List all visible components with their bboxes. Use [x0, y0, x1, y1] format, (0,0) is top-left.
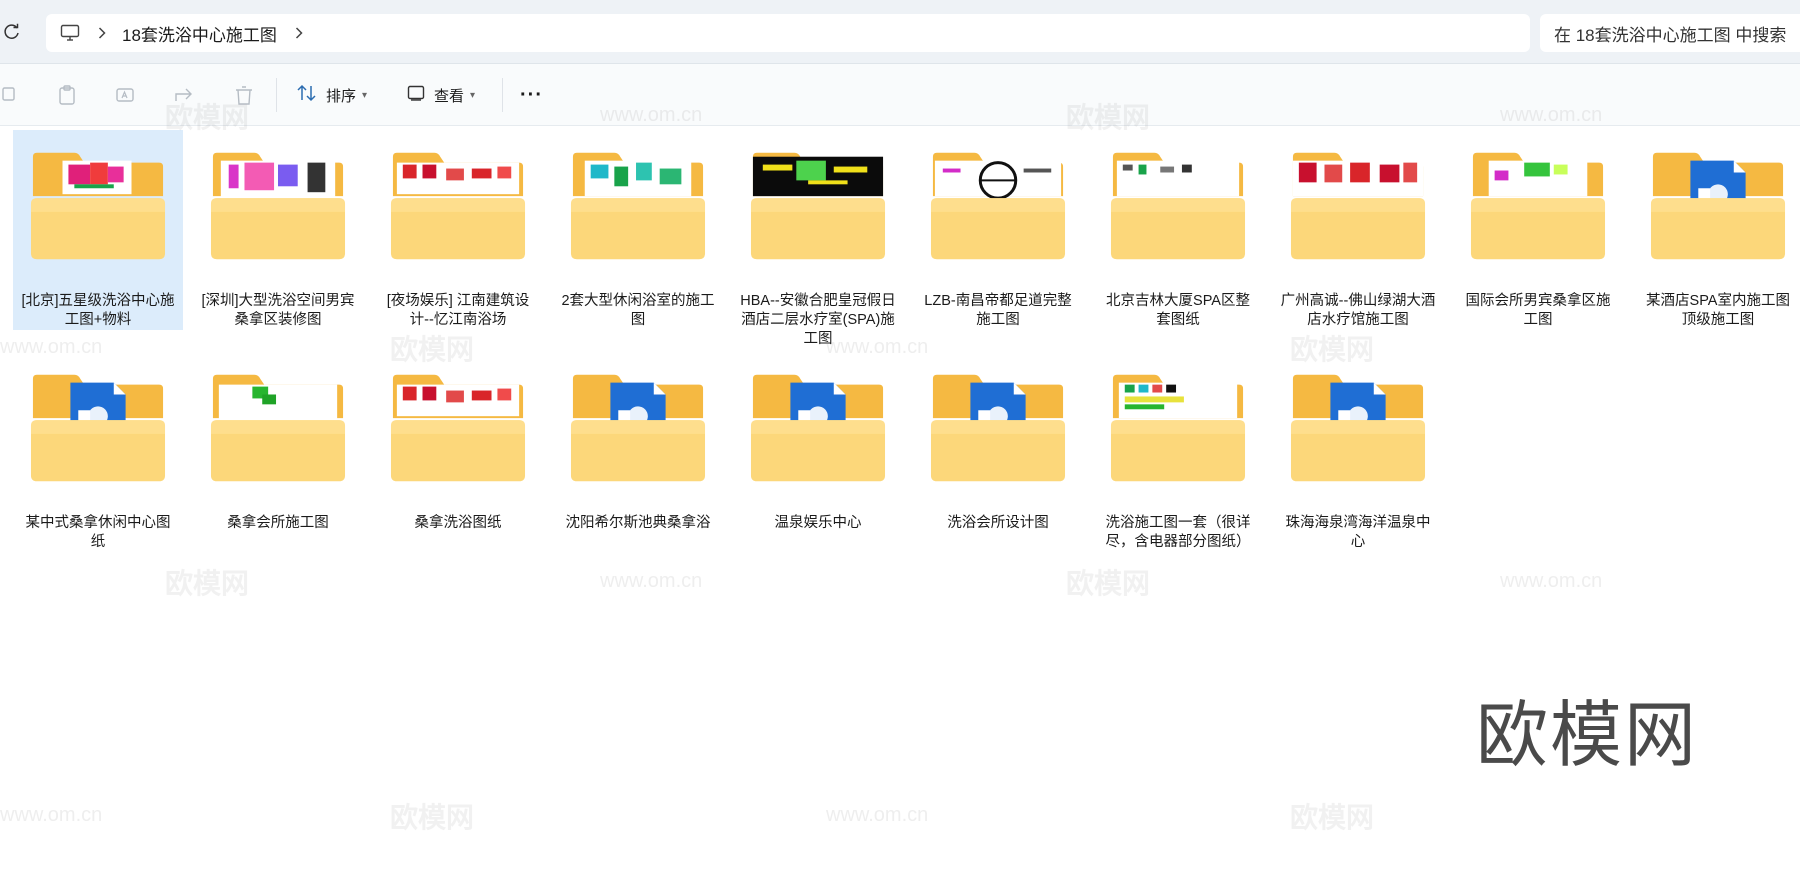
chevron-right-icon[interactable]	[295, 27, 303, 39]
folder-icon	[569, 372, 707, 484]
folder-icon	[1469, 150, 1607, 262]
watermark-url: www.om.cn	[0, 804, 103, 826]
folder-icon	[1289, 372, 1427, 484]
folder-item[interactable]: 广州高诚--佛山绿湖大酒店水疗馆施工图	[1273, 130, 1443, 330]
folder-label: LZB-南昌帝都足道完整施工图	[924, 293, 1072, 328]
folder-item[interactable]: 某中式桑拿休闲中心图纸	[13, 352, 183, 552]
folder-label: 桑拿洗浴图纸	[414, 515, 502, 531]
command-bar: 排序 ▾ 查看 ▾ ···	[0, 64, 1800, 126]
folder-label: 洗浴会所设计图	[947, 515, 1049, 531]
folder-label: 珠海海泉湾海洋温泉中心	[1285, 515, 1431, 550]
breadcrumb-current-folder[interactable]: 18套洗浴中心施工图	[122, 14, 277, 52]
watermark-logo: 欧模网	[1476, 696, 1699, 776]
folder-icon	[389, 150, 527, 262]
folder-icon	[1109, 372, 1247, 484]
folder-item[interactable]: 珠海海泉湾海洋温泉中心	[1273, 352, 1443, 552]
sort-button[interactable]: 排序 ▾	[296, 78, 367, 112]
watermark-url: www.om.cn	[1500, 570, 1603, 592]
watermark-brand: 欧模网	[1290, 802, 1375, 833]
folder-icon	[569, 150, 707, 262]
folder-item[interactable]: 北京吉林大厦SPA区整套图纸	[1093, 130, 1263, 330]
folder-item[interactable]: 沈阳希尔斯池典桑拿浴	[553, 352, 723, 552]
folder-item[interactable]: 洗浴会所设计图	[913, 352, 1083, 552]
folder-icon	[209, 372, 347, 484]
folder-icon	[749, 372, 887, 484]
folder-icon	[929, 372, 1067, 484]
folder-icon	[749, 150, 887, 262]
watermark-brand: 欧模网	[165, 568, 250, 599]
folder-item[interactable]: 温泉娱乐中心	[733, 352, 903, 552]
folder-label: 某中式桑拿休闲中心图纸	[25, 515, 171, 550]
folder-icon	[209, 150, 347, 262]
watermark-url: www.om.cn	[826, 804, 929, 826]
folder-item[interactable]: LZB-南昌帝都足道完整施工图	[913, 130, 1083, 330]
folder-item[interactable]: [深圳]大型洗浴空间男宾桑拿区装修图	[193, 130, 363, 330]
view-button[interactable]: 查看 ▾	[406, 78, 475, 112]
search-placeholder: 在 18套洗浴中心施工图 中搜索	[1554, 25, 1787, 45]
folder-icon	[389, 372, 527, 484]
folder-item[interactable]: 桑拿洗浴图纸	[373, 352, 543, 552]
folder-item[interactable]: [夜场娱乐] 江南建筑设计--忆江南浴场	[373, 130, 543, 330]
watermark-brand: 欧模网	[390, 802, 475, 833]
view-label: 查看	[434, 87, 465, 105]
folder-label: 沈阳希尔斯池典桑拿浴	[565, 515, 711, 531]
folder-label: HBA--安徽合肥皇冠假日酒店二层水疗室(SPA)施工图	[740, 293, 896, 347]
refresh-icon	[4, 23, 19, 39]
folder-label: 某酒店SPA室内施工图顶级施工图	[1646, 293, 1790, 328]
delete-icon[interactable]	[231, 82, 257, 108]
chevron-down-icon: ▾	[470, 89, 476, 101]
address-bar[interactable]: 18套洗浴中心施工图	[46, 14, 1530, 52]
folder-label: 洗浴施工图一套（很详尽，含电器部分图纸）	[1105, 515, 1251, 550]
search-input[interactable]: 在 18套洗浴中心施工图 中搜索	[1540, 14, 1800, 52]
folder-icon	[1289, 150, 1427, 262]
folder-label: [北京]五星级洗浴中心施工图+物料	[21, 293, 175, 328]
sort-label: 排序	[326, 87, 357, 105]
address-bar-region: 18套洗浴中心施工图 在 18套洗浴中心施工图 中搜索	[0, 0, 1800, 64]
sort-icon	[296, 83, 318, 107]
folder-item[interactable]: 桑拿会所施工图	[193, 352, 363, 552]
this-pc-icon[interactable]	[60, 14, 80, 52]
folder-icon	[929, 150, 1067, 262]
folder-item[interactable]: [北京]五星级洗浴中心施工图+物料	[13, 130, 183, 330]
folder-label: 国际会所男宾桑拿区施工图	[1465, 293, 1611, 328]
folder-label: [夜场娱乐] 江南建筑设计--忆江南浴场	[386, 293, 530, 328]
folder-item[interactable]: HBA--安徽合肥皇冠假日酒店二层水疗室(SPA)施工图	[733, 130, 903, 347]
view-icon	[406, 83, 426, 107]
chevron-down-icon: ▾	[362, 89, 368, 101]
paste-icon[interactable]	[54, 82, 80, 108]
chevron-right-icon[interactable]	[98, 27, 106, 39]
watermark-brand: 欧模网	[1066, 568, 1151, 599]
folder-label: 温泉娱乐中心	[774, 515, 862, 531]
toolbar-divider	[502, 78, 503, 112]
toolbar-divider	[276, 78, 277, 112]
share-icon[interactable]	[171, 82, 197, 108]
copy-icon[interactable]	[0, 82, 20, 108]
folder-label: 2套大型休闲浴室的施工图	[561, 293, 715, 328]
folder-item[interactable]: 某酒店SPA室内施工图顶级施工图	[1633, 130, 1800, 330]
folder-label: 广州高诚--佛山绿湖大酒店水疗馆施工图	[1280, 293, 1436, 328]
watermark-url: www.om.cn	[600, 570, 703, 592]
folder-icon	[29, 150, 167, 262]
folder-icon	[29, 372, 167, 484]
refresh-button[interactable]	[0, 18, 26, 46]
more-options-button[interactable]: ···	[520, 78, 543, 112]
folder-label: [深圳]大型洗浴空间男宾桑拿区装修图	[201, 293, 355, 328]
folder-icon	[1109, 150, 1247, 262]
folder-label: 桑拿会所施工图	[227, 515, 329, 531]
rename-icon[interactable]	[113, 82, 139, 108]
folder-label: 北京吉林大厦SPA区整套图纸	[1106, 293, 1250, 328]
folder-item[interactable]: 国际会所男宾桑拿区施工图	[1453, 130, 1623, 330]
folder-item[interactable]: 2套大型休闲浴室的施工图	[553, 130, 723, 330]
folder-icon	[1649, 150, 1787, 262]
folder-item[interactable]: 洗浴施工图一套（很详尽，含电器部分图纸）	[1093, 352, 1263, 552]
